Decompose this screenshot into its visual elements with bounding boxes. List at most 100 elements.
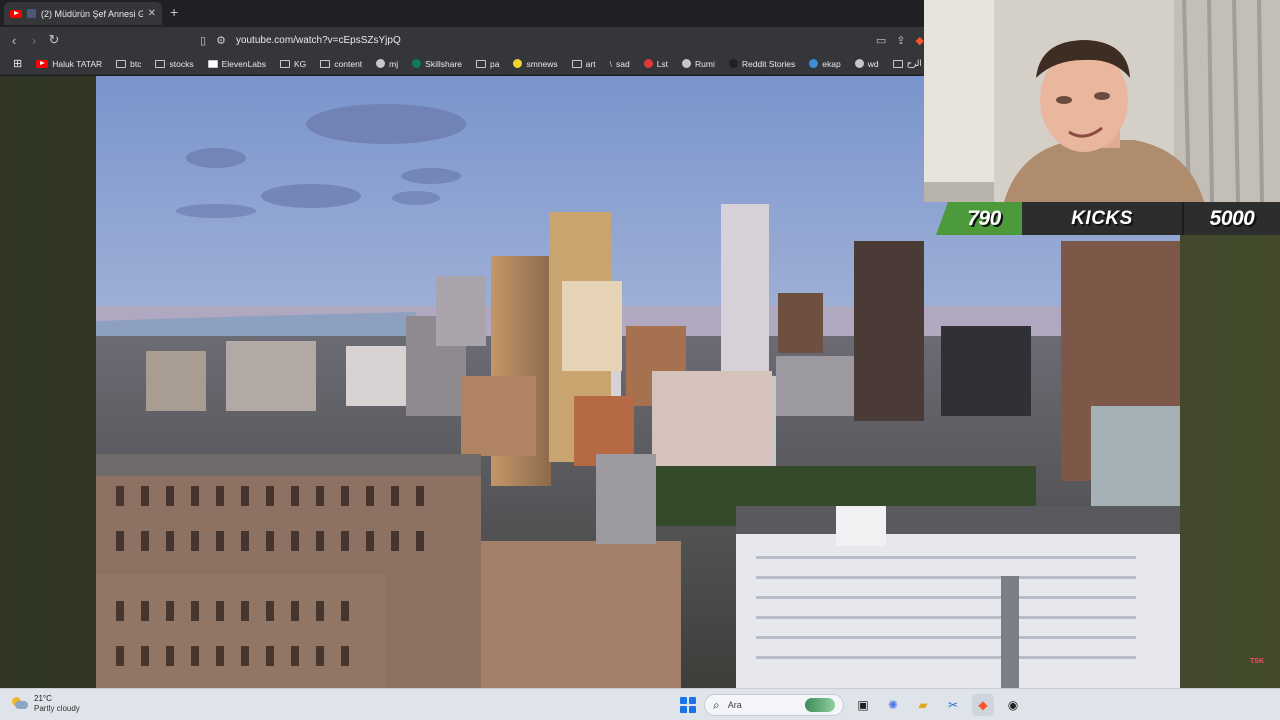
browser-tab[interactable]: (2) Müdürün Şef Annesi Gord ✕ — [4, 2, 162, 25]
folder-icon — [476, 59, 487, 68]
back-arrow-icon[interactable]: ‹ — [4, 33, 24, 48]
bookmark-smnews[interactable]: smnews — [506, 59, 564, 69]
bookmark-label: smnews — [526, 58, 558, 69]
bookmark-label: Haluk TATAR — [52, 58, 103, 69]
kicks-current-box: 790 — [936, 202, 1022, 235]
reload-icon[interactable]: ↻ — [44, 32, 64, 48]
slash-icon: \ — [609, 58, 612, 69]
kicks-goal: 5000 — [1209, 206, 1255, 230]
youtube-favicon-icon — [10, 9, 22, 18]
url-text[interactable]: youtube.com/watch?v=cEpsSZsYjpQ — [236, 35, 401, 46]
bookmark-label: Lst — [656, 58, 669, 69]
task-view-icon[interactable]: ▣ — [852, 694, 874, 716]
bookmark-kg[interactable]: KG — [273, 59, 313, 69]
search-placeholder: Ara — [727, 700, 742, 710]
brave-shield-icon[interactable]: ◆ — [916, 34, 924, 47]
forward-arrow-icon[interactable]: › — [24, 33, 44, 48]
kicks-label: KICKS — [1071, 207, 1133, 229]
brave-browser-icon[interactable]: ◆ — [972, 694, 994, 716]
bookmark-label: pa — [490, 58, 500, 69]
bookmark-label: art — [585, 58, 596, 69]
bookmark-reddit-stories[interactable]: Reddit Stories — [722, 59, 802, 69]
new-tab-button[interactable]: + — [170, 4, 178, 20]
taskbar-apps: ⌕ Ara ▣ ✺ ▰ ✂ ◆ ◉ — [680, 693, 1024, 717]
taskbar: 21°C Partly cloudy ⌕ Ara ▣ ✺ ▰ ✂ ◆ ◉ — [0, 688, 1280, 720]
weather-temperature: 21°C — [34, 694, 52, 703]
kicks-current: 790 — [967, 206, 1001, 230]
bookmark-stocks[interactable]: stocks — [148, 59, 200, 69]
share-icon[interactable]: ⇪ — [896, 34, 905, 47]
bookmark-elevenlabs[interactable]: ElevenLabs — [201, 59, 273, 69]
bookmark-label: بسم الله الرحمن الرح... — [906, 58, 924, 68]
file-explorer-icon[interactable]: ▰ — [912, 694, 934, 716]
folder-icon — [571, 59, 582, 68]
taskbar-search[interactable]: ⌕ Ara — [704, 694, 844, 716]
bookmark-page-icon[interactable]: ▯ — [200, 34, 206, 47]
bookmark-ekap[interactable]: ekap — [802, 59, 847, 69]
channel-watermark: TSK — [1250, 658, 1264, 665]
bookmark-rumi[interactable]: Rumi — [675, 59, 722, 69]
bookmark-content[interactable]: content — [313, 59, 369, 69]
partly-cloudy-icon — [12, 697, 28, 711]
page-icon — [892, 59, 903, 68]
bookmark-haluk-tatar[interactable]: Haluk TATAR — [29, 59, 109, 69]
windows-start-icon[interactable] — [680, 697, 696, 713]
close-tab-icon[interactable]: ✕ — [148, 8, 156, 19]
obs-icon[interactable]: ◉ — [1002, 694, 1024, 716]
bookmark-label: mj — [389, 58, 399, 69]
webcam-overlay — [924, 0, 1280, 202]
folder-icon — [116, 59, 127, 68]
bookmark-sad[interactable]: \ sad — [603, 59, 637, 69]
folder-icon — [155, 59, 166, 68]
smiley-icon — [513, 59, 523, 68]
search-icon: ⌕ — [713, 697, 720, 712]
bookmark-label: content — [334, 58, 363, 69]
copilot-icon[interactable]: ✺ — [882, 694, 904, 716]
folder-icon — [320, 59, 331, 68]
bookmark-label: KG — [294, 58, 307, 69]
kicks-goal-box: 5000 — [1182, 202, 1280, 235]
bookmarks-bar: ⊞ Haluk TATAR btc stocks ElevenLabs KG c… — [0, 53, 924, 75]
bookmark-wd[interactable]: wd — [848, 59, 886, 69]
bookmark-label: Reddit Stories — [741, 58, 796, 69]
address-bar[interactable]: ▯ ⚙ youtube.com/watch?v=cEpsSZsYjpQ ▭ ⇪ … — [200, 30, 924, 50]
reddit-icon — [728, 59, 738, 68]
screen: (2) Müdürün Şef Annesi Gord ✕ + ‹ › ↻ ▯ … — [0, 0, 1280, 720]
bookmark-label: wd — [867, 58, 879, 69]
elevenlabs-icon — [207, 59, 218, 68]
streamer-webcam-image — [924, 0, 1280, 202]
apps-grid-icon[interactable]: ⊞ — [6, 57, 29, 70]
site-settings-icon[interactable]: ⚙ — [216, 34, 226, 47]
bookmark-label: stocks — [169, 58, 194, 69]
bookmark-label: Rumi — [695, 58, 715, 69]
bookmark-label: ElevenLabs — [221, 58, 266, 69]
tab-bar: (2) Müdürün Şef Annesi Gord ✕ + — [0, 0, 924, 27]
bookmark-label: ekap — [822, 58, 841, 69]
bookmark-skillshare[interactable]: Skillshare — [405, 59, 469, 69]
kicks-label-box: KICKS — [1022, 202, 1182, 235]
globe-icon — [854, 59, 864, 68]
snipping-tool-icon[interactable]: ✂ — [942, 694, 964, 716]
kicks-goal-bar: 790 KICKS 5000 — [936, 202, 1280, 235]
bookmark-bismillah[interactable]: بسم الله الرحمن الرح... — [886, 58, 924, 69]
youtube-icon — [36, 59, 49, 68]
s-icon — [643, 59, 653, 68]
bookmark-lst[interactable]: Lst — [637, 59, 675, 69]
bookmark-label: btc — [130, 58, 142, 69]
weather-widget[interactable]: 21°C Partly cloudy — [12, 694, 80, 714]
bookmark-btc[interactable]: btc — [109, 59, 148, 69]
tab-title: (2) Müdürün Şef Annesi Gord — [41, 8, 143, 19]
browser-toolbar: ‹ › ↻ ▯ ⚙ youtube.com/watch?v=cEpsSZsYjp… — [0, 27, 924, 53]
search-highlight-image — [805, 698, 835, 712]
notification-icon — [27, 9, 36, 18]
github-icon — [376, 59, 386, 68]
bookmark-art[interactable]: art — [565, 59, 603, 69]
skillshare-icon — [412, 59, 422, 68]
cast-icon[interactable]: ▭ — [876, 34, 886, 47]
bookmark-label: sad — [615, 58, 630, 69]
ekap-icon — [809, 59, 819, 68]
bookmark-pa[interactable]: pa — [469, 59, 506, 69]
weather-description: Partly cloudy — [34, 704, 80, 713]
bookmark-mj[interactable]: mj — [369, 59, 405, 69]
folder-icon — [280, 59, 290, 68]
